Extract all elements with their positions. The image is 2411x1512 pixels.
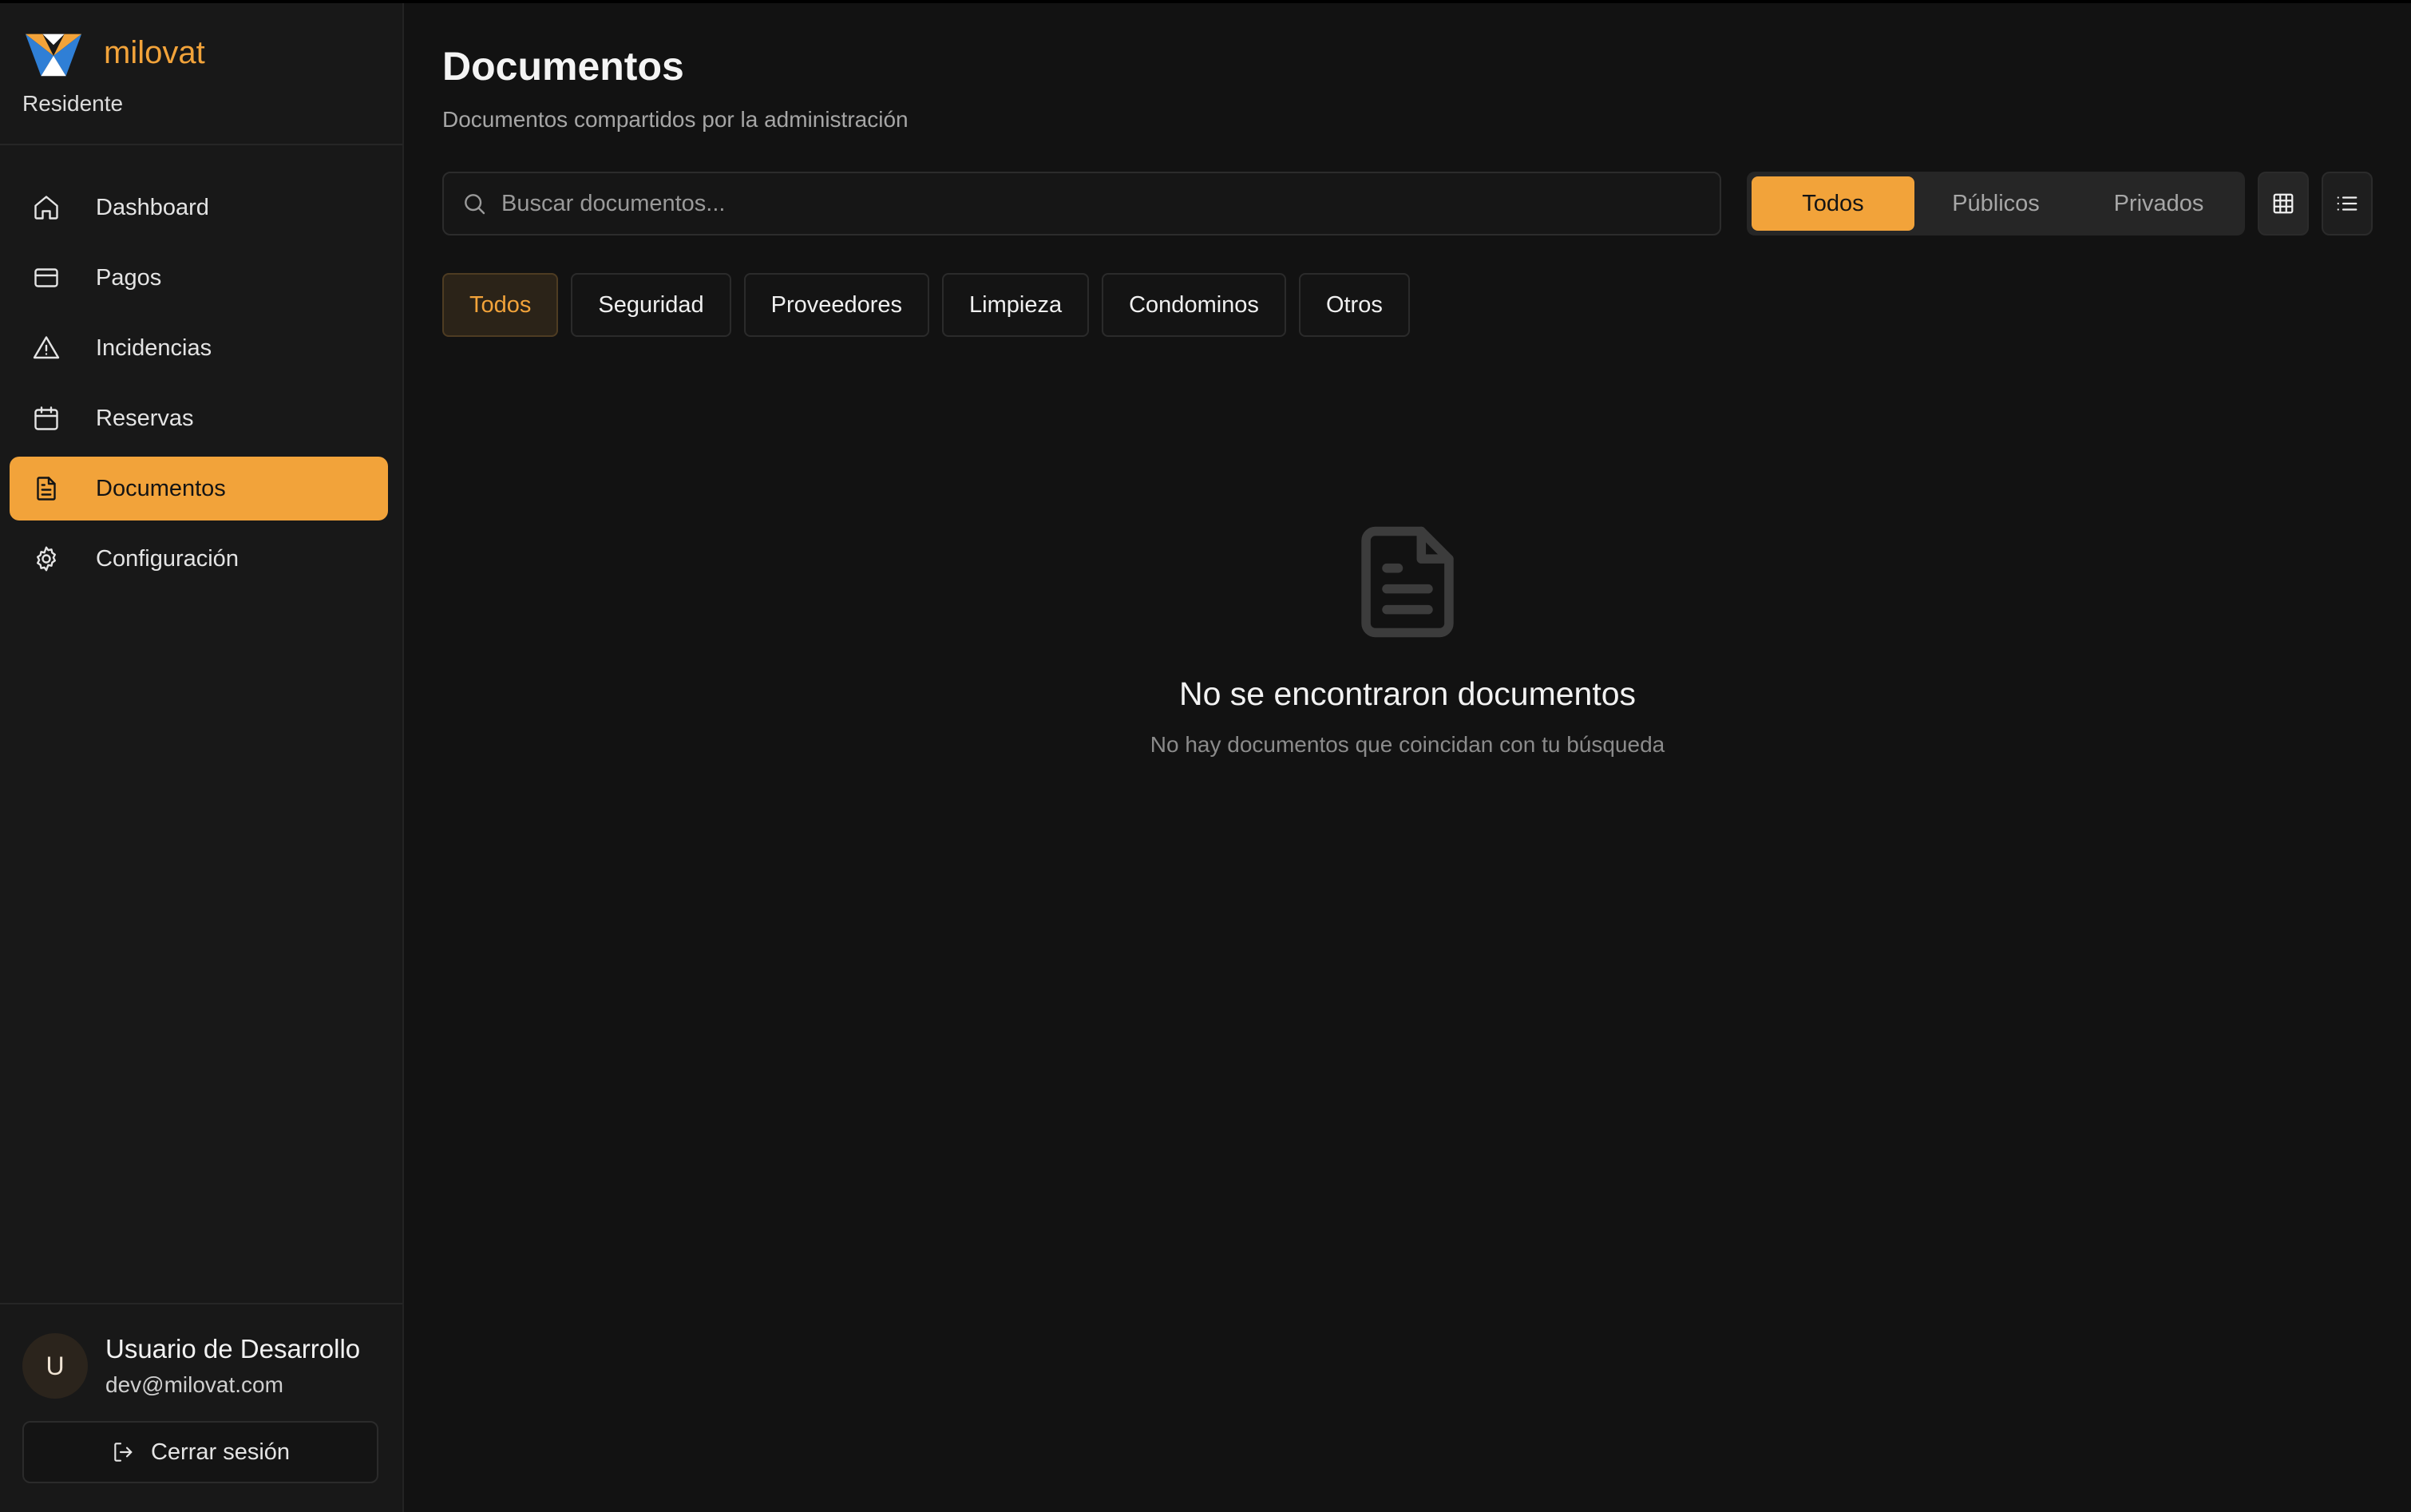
brand-name: milovat: [104, 34, 205, 70]
category-condominos[interactable]: Condominos: [1102, 273, 1286, 337]
sidebar-item-label: Pagos: [96, 264, 162, 291]
grid-icon: [2273, 193, 2294, 214]
toolbar: Todos Públicos Privados: [442, 171, 2373, 236]
brand-row: milovat: [22, 27, 380, 78]
brand-header: milovat Residente: [0, 3, 402, 145]
logout-button[interactable]: Cerrar sesión: [22, 1421, 378, 1483]
avatar: U: [22, 1333, 88, 1399]
warning-icon: [33, 336, 60, 359]
category-limpieza[interactable]: Limpieza: [942, 273, 1090, 337]
search-input[interactable]: [501, 173, 1720, 234]
visibility-option-publicos[interactable]: Públicos: [1914, 176, 2077, 231]
list-icon: [2337, 196, 2358, 211]
category-proveedores[interactable]: Proveedores: [743, 273, 930, 337]
main-content: Documentos Documentos compartidos por la…: [404, 3, 2411, 1512]
sidebar-item-label: Configuración: [96, 545, 239, 572]
category-otros[interactable]: Otros: [1298, 273, 1410, 337]
search-icon: [465, 194, 485, 215]
sidebar-footer: U Usuario de Desarrollo dev@milovat.com …: [0, 1303, 402, 1512]
list-view-button[interactable]: [2322, 172, 2373, 236]
home-icon: [34, 196, 58, 220]
logout-label: Cerrar sesión: [150, 1439, 291, 1465]
calendar-icon: [34, 406, 58, 430]
search-box: [442, 172, 1721, 236]
empty-state: No se encontraron documentos No hay docu…: [404, 522, 2411, 758]
user-info: Usuario de Desarrollo dev@milovat.com: [105, 1334, 360, 1398]
sidebar-item-pagos[interactable]: Pagos: [10, 246, 388, 310]
visibility-filter: Todos Públicos Privados: [1747, 172, 2245, 236]
document-icon: [37, 477, 56, 501]
visibility-option-todos[interactable]: Todos: [1752, 176, 1914, 231]
sidebar-item-label: Reservas: [96, 405, 194, 431]
grid-view-button[interactable]: [2258, 172, 2309, 236]
sidebar-item-label: Incidencias: [96, 334, 212, 361]
credit-card-icon: [34, 268, 58, 287]
sidebar-item-label: Documentos: [96, 475, 226, 501]
milovat-logo-icon: [25, 34, 82, 77]
category-filter: Todos Seguridad Proveedores Limpieza Con…: [442, 273, 2373, 337]
user-role: Residente: [22, 91, 124, 116]
gear-icon: [37, 546, 56, 572]
sidebar-item-reservas[interactable]: Reservas: [10, 386, 388, 450]
visibility-option-privados[interactable]: Privados: [2077, 176, 2240, 231]
logout-icon: [114, 1443, 133, 1462]
sidebar-nav: Dashboard Pagos Incidencias Reservas Doc…: [0, 145, 402, 591]
category-todos[interactable]: Todos: [442, 273, 559, 337]
user-name: Usuario de Desarrollo: [105, 1334, 361, 1364]
category-seguridad[interactable]: Seguridad: [571, 273, 731, 337]
file-text-icon: [1361, 526, 1454, 638]
user-email: dev@milovat.com: [105, 1372, 283, 1397]
empty-state-title: No se encontraron documentos: [1178, 675, 1637, 712]
sidebar-item-dashboard[interactable]: Dashboard: [10, 176, 388, 239]
sidebar-item-label: Dashboard: [96, 194, 209, 220]
empty-state-text: No hay documentos que coincidan con tu b…: [1150, 732, 1665, 757]
sidebar: milovat Residente Dashboard Pagos Incide…: [0, 3, 404, 1512]
user-profile: U Usuario de Desarrollo dev@milovat.com: [22, 1333, 380, 1399]
sidebar-item-documentos[interactable]: Documentos: [10, 457, 388, 520]
page-title: Documentos: [442, 44, 684, 89]
app-shell: milovat Residente Dashboard Pagos Incide…: [0, 3, 2411, 1512]
sidebar-item-configuracion[interactable]: Configuración: [10, 527, 388, 591]
sidebar-item-incidencias[interactable]: Incidencias: [10, 316, 388, 380]
page-subtitle: Documentos compartidos por la administra…: [442, 107, 909, 132]
